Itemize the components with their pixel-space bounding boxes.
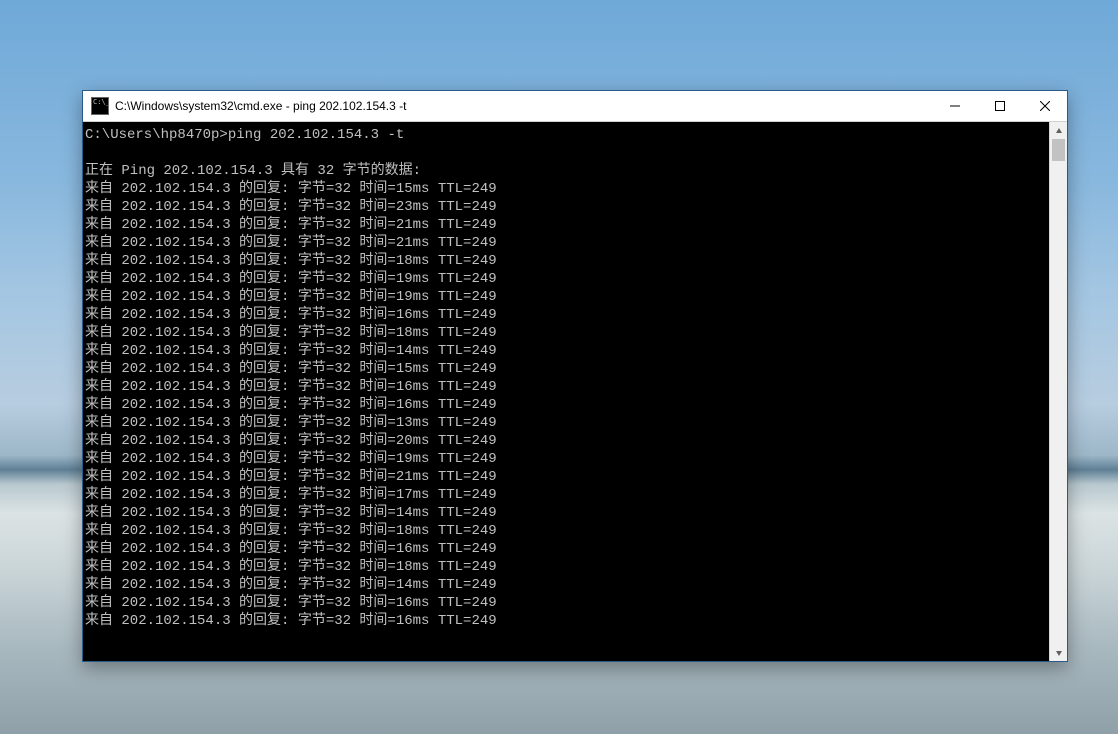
maximize-button[interactable] — [977, 91, 1022, 121]
scroll-thumb[interactable] — [1052, 139, 1065, 161]
scroll-up-button[interactable] — [1050, 122, 1067, 139]
cmd-icon — [91, 97, 109, 115]
client-area: C:\Users\hp8470p>ping 202.102.154.3 -t 正… — [83, 122, 1067, 661]
minimize-button[interactable] — [932, 91, 977, 121]
scroll-down-button[interactable] — [1050, 644, 1067, 661]
console-output[interactable]: C:\Users\hp8470p>ping 202.102.154.3 -t 正… — [83, 122, 1049, 661]
vertical-scrollbar[interactable] — [1049, 122, 1067, 661]
cmd-window: C:\Windows\system32\cmd.exe - ping 202.1… — [82, 90, 1068, 662]
desktop-background: C:\Windows\system32\cmd.exe - ping 202.1… — [0, 0, 1118, 734]
scroll-track[interactable] — [1050, 139, 1067, 644]
window-controls — [932, 91, 1067, 121]
titlebar[interactable]: C:\Windows\system32\cmd.exe - ping 202.1… — [83, 91, 1067, 122]
window-title: C:\Windows\system32\cmd.exe - ping 202.1… — [115, 99, 932, 113]
close-button[interactable] — [1022, 91, 1067, 121]
